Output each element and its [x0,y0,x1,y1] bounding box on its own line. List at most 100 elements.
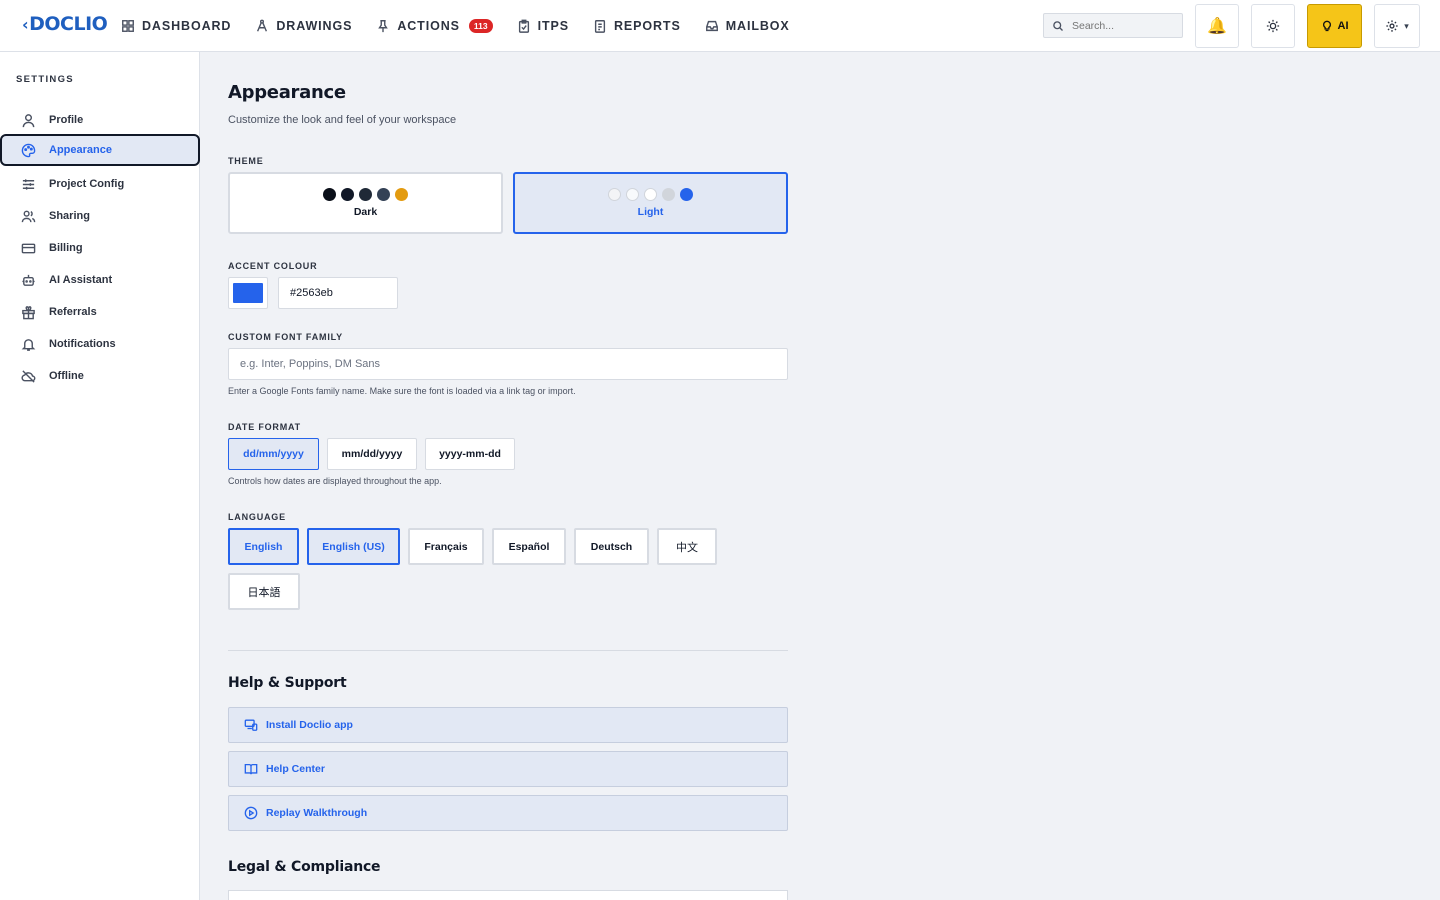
inbox-icon [705,20,718,32]
sidebar-item-project-config[interactable]: Project Config [0,168,200,200]
chevron-down-icon: ▾ [1404,20,1409,31]
language-francais[interactable]: Français [408,528,484,565]
theme-color-dot [680,188,693,201]
option-label: Español [508,540,550,553]
custom-font-hint: Enter a Google Fonts family name. Make s… [228,386,576,396]
report-icon [594,20,606,33]
nav-actions[interactable]: ACTIONS 113 [376,19,493,33]
sidebar-item-label: Profile [49,114,84,126]
option-label: English [244,540,283,553]
nav-itps[interactable]: ITPS [517,19,569,33]
nav-label: ITPS [537,19,569,33]
sidebar-item-label: Appearance [49,144,112,156]
custom-font-label: CUSTOM FONT FAMILY [228,332,343,342]
legal-compliance-heading: Legal & Compliance [228,859,381,875]
nav-label: DASHBOARD [142,19,232,33]
page-subtitle: Customize the look and feel of your work… [228,114,457,126]
option-label: 日本語 [247,585,281,599]
sidebar-item-billing[interactable]: Billing [0,232,200,264]
legal-list-item[interactable] [228,890,788,900]
sidebar-item-sharing[interactable]: Sharing [0,200,200,232]
logo-text: DOCLIO [29,13,108,35]
credit-card-icon [21,243,36,253]
sun-icon [1266,19,1280,33]
language-espanol[interactable]: Español [492,528,566,565]
sidebar-item-referrals[interactable]: Referrals [0,296,200,328]
sidebar-item-label: AI Assistant [49,274,113,286]
sidebar-item-profile[interactable]: Profile [0,104,200,136]
sidebar-item-label: Offline [49,370,84,382]
date-format-mm-dd-yyyy[interactable]: mm/dd/yyyy [327,438,417,470]
gift-icon [22,305,35,319]
nav-label: REPORTS [613,19,681,33]
language-english-us[interactable]: English (US) [307,528,400,565]
nav-drawings[interactable]: DRAWINGS [255,19,352,33]
sidebar-item-label: Sharing [49,210,90,222]
theme-name: Light [637,206,664,218]
sidebar-item-label: Notifications [49,338,116,350]
clipboard-check-icon [518,19,529,33]
theme-toggle-button[interactable] [1251,4,1295,48]
play-circle-icon [244,806,258,820]
replay-walkthrough-button[interactable]: Replay Walkthrough [228,795,788,831]
sidebar-item-ai-assistant[interactable]: AI Assistant [0,264,200,296]
theme-option-dark[interactable]: Dark [228,172,503,234]
doclio-logo[interactable]: ‹ DOCLIO [22,13,108,35]
bell-icon: 🔔 [1207,18,1227,35]
sidebar-heading: SETTINGS [16,74,74,85]
help-item-label: Replay Walkthrough [266,807,368,819]
language-english[interactable]: English [228,528,299,565]
language-chinese[interactable]: 中文 [657,528,717,565]
nav-label: ACTIONS [397,19,460,33]
accent-colour-swatch[interactable] [228,277,268,309]
theme-color-dot [377,188,390,201]
section-divider [228,650,788,651]
custom-font-input[interactable] [228,348,788,380]
sidebar-item-offline[interactable]: Offline [0,360,200,392]
theme-label: THEME [228,156,264,166]
language-label: LANGUAGE [228,512,286,522]
nav-mailbox[interactable]: MAILBOX [705,19,790,33]
lightbulb-icon [1322,20,1331,32]
compass-icon [257,19,268,32]
devices-icon [244,719,258,731]
sidebar-item-notifications[interactable]: Notifications [0,328,200,360]
notifications-button[interactable]: 🔔 [1195,4,1239,48]
logo-chevron-icon: ‹ [22,14,29,34]
bell-outline-icon [21,338,36,351]
settings-menu-button[interactable]: ▾ [1374,4,1420,48]
search-icon [1053,20,1063,31]
install-app-button[interactable]: Install Doclio app [228,707,788,743]
nav-label: MAILBOX [725,19,790,33]
bot-icon [22,274,35,286]
option-label: yyyy-mm-dd [439,448,501,460]
theme-name: Dark [353,206,378,218]
theme-color-dot [341,188,354,201]
help-center-button[interactable]: Help Center [228,751,788,787]
option-label: English (US) [322,540,385,553]
sidebar-item-appearance[interactable]: Appearance [0,134,200,166]
nav-dashboard[interactable]: DASHBOARD [121,19,231,33]
date-format-hint: Controls how dates are displayed through… [228,476,442,486]
pin-icon [378,20,389,33]
search-box[interactable] [1043,13,1183,38]
sidebar-item-label: Project Config [49,178,125,190]
accent-colour-input[interactable] [278,277,398,309]
date-format-yyyy-mm-dd[interactable]: yyyy-mm-dd [425,438,515,470]
option-label: Français [424,540,468,553]
grid-icon [122,20,134,32]
search-input[interactable] [1072,19,1172,32]
date-format-label: DATE FORMAT [228,422,301,432]
theme-color-dots [606,188,696,201]
language-deutsch[interactable]: Deutsch [574,528,649,565]
date-format-dd-mm-yyyy[interactable]: dd/mm/yyyy [228,438,319,470]
sliders-icon [22,178,35,190]
language-japanese[interactable]: 日本語 [228,573,300,610]
ai-button-label: AI [1337,20,1349,32]
ai-button[interactable]: AI [1307,4,1362,48]
option-label: 中文 [676,540,698,554]
theme-color-dots [321,188,411,201]
nav-reports[interactable]: REPORTS [593,19,681,33]
theme-option-light[interactable]: Light [513,172,788,234]
page-title: Appearance [228,82,346,103]
